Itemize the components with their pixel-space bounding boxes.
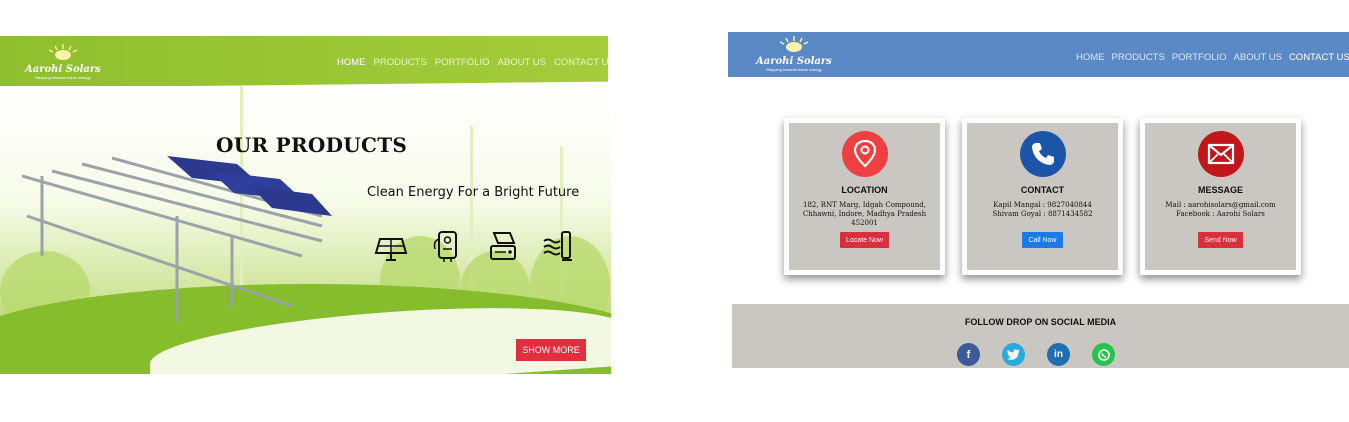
nav-portfolio[interactable]: PORTFOLIO xyxy=(1172,52,1227,63)
nav-menu: HOME PRODUCTS PORTFOLIO ABOUT US CONTACT… xyxy=(337,57,611,68)
nav-contact-us[interactable]: CONTACT US xyxy=(1289,52,1349,63)
show-more-button[interactable]: SHOW MORE xyxy=(516,339,586,361)
brand-name: Aarohi Solars xyxy=(756,56,832,67)
products-page-screenshot: Aarohi Solars Stepping towards future en… xyxy=(0,36,611,374)
phone-numbers-text: Kapil Mangal : 9827040844 Shivam Goyal :… xyxy=(992,201,1093,218)
hero-subtitle: Clean Energy For a Bright Future xyxy=(367,185,580,200)
solar-inverter-icon[interactable] xyxy=(486,229,520,263)
mail-icon xyxy=(1197,131,1244,177)
nav-home[interactable]: HOME xyxy=(337,57,366,68)
sun-logo-icon xyxy=(777,36,811,56)
call-now-button[interactable]: Call Now xyxy=(1022,232,1063,248)
message-title: MESSAGE xyxy=(1197,185,1243,195)
solar-panel-structure-image xyxy=(22,156,332,321)
address-text: 182, RNT Marg, Idgah Compound, Chhawni, … xyxy=(802,201,927,227)
nav-products[interactable]: PRODUCTS xyxy=(374,57,427,68)
mail-text: Mail : aarohisolars@gmail.com Facebook :… xyxy=(1165,201,1276,218)
nav-menu: HOME PRODUCTS PORTFOLIO ABOUT US CONTACT… xyxy=(1076,52,1349,63)
nav-products[interactable]: PRODUCTS xyxy=(1112,52,1165,63)
nav-portfolio[interactable]: PORTFOLIO xyxy=(435,57,490,68)
message-card: MESSAGE Mail : aarohisolars@gmail.com Fa… xyxy=(1140,118,1301,275)
brand-tagline: Stepping towards future energy xyxy=(766,67,822,72)
social-title: FOLLOW DROP ON SOCIAL MEDIA xyxy=(964,317,1117,327)
contact-title: CONTACT xyxy=(1020,185,1065,195)
nav-about-us[interactable]: ABOUT US xyxy=(1234,52,1282,63)
sun-logo-icon xyxy=(46,44,80,64)
twitter-icon[interactable] xyxy=(1002,343,1025,366)
social-icons-row: f in xyxy=(957,343,1115,366)
facebook-icon[interactable]: f xyxy=(957,343,980,366)
solar-panel-icon[interactable] xyxy=(374,229,408,263)
nav-contact-us[interactable]: CONTACT US xyxy=(554,57,611,68)
nav-about-us[interactable]: ABOUT US xyxy=(498,57,546,68)
product-icons-row xyxy=(374,229,576,263)
locate-now-button[interactable]: Locate Now xyxy=(840,232,889,248)
brand-logo[interactable]: Aarohi Solars Stepping towards future en… xyxy=(25,44,101,80)
location-title: LOCATION xyxy=(841,185,888,195)
water-heater-icon[interactable] xyxy=(430,229,464,263)
nav-home[interactable]: HOME xyxy=(1076,52,1105,63)
contact-cards: LOCATION 182, RNT Marg, Idgah Compound, … xyxy=(784,118,1301,275)
contact-card: CONTACT Kapil Mangal : 9827040844 Shivam… xyxy=(962,118,1123,275)
brand-name: Aarohi Solars xyxy=(25,64,101,75)
phone-icon xyxy=(1019,131,1066,177)
contact-page-navbar: Aarohi Solars Stepping towards future en… xyxy=(728,32,1349,77)
hero-banner: OUR PRODUCTS Clean Energy For a Bright F… xyxy=(0,86,611,374)
linkedin-icon[interactable]: in xyxy=(1047,343,1070,366)
location-pin-icon xyxy=(841,131,888,177)
brand-logo[interactable]: Aarohi Solars Stepping towards future en… xyxy=(756,36,832,72)
location-card: LOCATION 182, RNT Marg, Idgah Compound, … xyxy=(784,118,945,275)
page-title: OUR PRODUCTS xyxy=(216,133,408,157)
whatsapp-icon[interactable] xyxy=(1092,343,1115,366)
social-media-section: FOLLOW DROP ON SOCIAL MEDIA f in xyxy=(732,304,1349,368)
solar-pump-icon[interactable] xyxy=(542,229,576,263)
brand-tagline: Stepping towards future energy xyxy=(35,75,91,80)
send-now-button[interactable]: Send Now xyxy=(1198,232,1243,248)
